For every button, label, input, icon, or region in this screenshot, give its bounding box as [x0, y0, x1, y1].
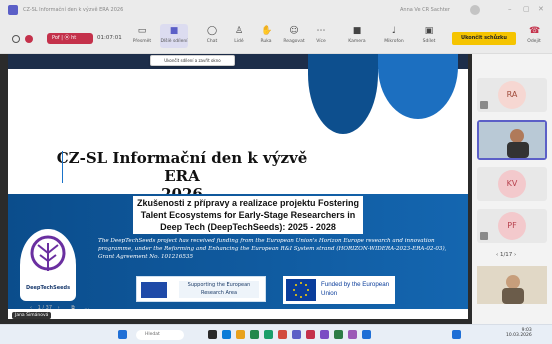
meeting-toolbar: Pof | ⦿ ht 01:07:01 ▭ Přesmět ■ Dlšíě sdíl… — [0, 20, 552, 54]
shared-screen-stage: CZ-SL Informační den k výzvě ERA 2026 Zk… — [0, 54, 472, 324]
participant-video — [479, 122, 545, 158]
hand-icon: ✋ — [261, 26, 273, 36]
record-status-icon — [12, 35, 20, 43]
share-button[interactable]: ■ Dlšíě sdílení — [160, 24, 188, 48]
chat-button[interactable]: ◯ Chat — [198, 26, 226, 45]
mic-off-icon — [480, 101, 488, 109]
app-icon[interactable] — [362, 330, 371, 339]
camera-button[interactable]: ■ Kamera — [343, 26, 371, 45]
participant-video-tile[interactable] — [477, 266, 547, 304]
share-tray-icon: ▣ — [424, 26, 434, 36]
phone-hangup-icon: ☎ — [529, 26, 541, 36]
participant-video — [477, 266, 547, 304]
people-icon: ♙ — [234, 26, 244, 36]
prev-slide-icon[interactable]: ‹ — [30, 305, 32, 311]
tray-icon[interactable] — [452, 330, 461, 339]
recording-icon[interactable] — [25, 35, 33, 43]
move-button[interactable]: ▭ Přesmět — [128, 26, 156, 45]
participant-avatar: KV — [498, 170, 526, 198]
decor-shape — [378, 54, 458, 119]
slide-title: CZ-SL Informační den k výzvě ERA 2026 — [56, 149, 308, 203]
app-icon[interactable] — [348, 330, 357, 339]
slide-subtitle: Zkušenosti z přípravy a realizace projek… — [136, 198, 360, 232]
fullscreen-icon[interactable]: ⧉ — [71, 305, 75, 311]
title-accent-bar — [62, 151, 63, 183]
decor-shape — [308, 54, 378, 134]
window-titlebar: CZ-SL Informační den k výzvě ERA 2026 An… — [0, 0, 552, 20]
window-icon: ▭ — [137, 26, 147, 36]
windows-taskbar: Hledat 9:03 10.03.2026 — [0, 324, 552, 344]
participant-video-tile[interactable] — [477, 120, 547, 160]
explorer-icon[interactable] — [236, 330, 245, 339]
participant-tile[interactable]: KV — [477, 167, 547, 201]
taskview-icon[interactable] — [208, 330, 217, 339]
teams-icon[interactable] — [292, 330, 301, 339]
eu-funded-logo: Funded by the European Union — [283, 276, 395, 304]
react-button[interactable]: ☺ Reagovat — [280, 26, 308, 45]
taskbar-search[interactable]: Hledat — [136, 330, 184, 340]
chat-icon: ◯ — [207, 26, 218, 36]
end-meeting-button[interactable]: Ukončit schůzku — [452, 32, 516, 45]
signed-in-user: Anna Ve CR Sachter — [400, 7, 450, 13]
app-icon[interactable] — [306, 330, 315, 339]
participant-pager[interactable]: ‹ 1/17 › — [496, 252, 516, 258]
slide-controls: ‹ 1 / 37 › ⧉ ... — [30, 305, 502, 325]
raise-hand-button[interactable]: ✋ Ruka — [252, 26, 280, 45]
window-title: CZ-SL Informační den k výzvě ERA 2026 — [23, 7, 124, 13]
more-button[interactable]: ⋯ Více — [307, 26, 335, 45]
teams-app-icon — [8, 5, 18, 15]
camera-icon: ■ — [352, 26, 362, 36]
people-button[interactable]: ♙ Lidé — [225, 26, 253, 45]
funding-statement: The DeepTechSeeds project has received f… — [98, 238, 447, 260]
participant-avatar: RA — [498, 81, 526, 109]
maximize-icon[interactable]: ▢ — [523, 5, 530, 13]
eu-flag-icon — [286, 279, 316, 301]
tooltip: Ukončit sdílení a zavřít okno — [150, 55, 235, 66]
widgets-icon[interactable] — [222, 330, 231, 339]
participant-tile[interactable]: RA — [477, 78, 547, 112]
user-avatar[interactable] — [470, 5, 480, 15]
slide-counter: 1 / 37 — [37, 305, 53, 311]
minimize-icon[interactable]: – — [508, 5, 512, 13]
start-icon[interactable] — [118, 330, 127, 339]
next-slide-icon[interactable]: › — [58, 305, 60, 311]
share-icon: ■ — [169, 26, 179, 36]
close-icon[interactable]: ✕ — [538, 5, 544, 13]
eu-flag-icon — [141, 282, 167, 298]
participant-avatar: PF — [498, 212, 526, 240]
chrome-icon[interactable] — [264, 330, 273, 339]
era-logo: Supporting the European Research Area — [136, 276, 266, 302]
more-options-icon[interactable]: ... — [84, 305, 89, 311]
microphone-icon: ♩ — [391, 26, 397, 36]
participant-tile[interactable]: PF — [477, 209, 547, 243]
smiley-icon: ☺ — [289, 26, 299, 36]
app-icon[interactable] — [320, 330, 329, 339]
app-icon[interactable] — [334, 330, 343, 339]
participant-panel: RA KV PF ‹ 1/17 › — [472, 54, 552, 324]
more-icon: ⋯ — [316, 26, 326, 36]
recording-pill[interactable]: Pof | ⦿ ht — [47, 33, 93, 44]
edge-icon[interactable] — [250, 330, 259, 339]
share-content-button[interactable]: ▣ Sdílet — [415, 26, 443, 45]
app-icon[interactable] — [278, 330, 287, 339]
mic-off-icon — [480, 232, 488, 240]
presentation-slide: CZ-SL Informační den k výzvě ERA 2026 Zk… — [8, 54, 468, 319]
deeptechseeds-logo: DeepTechSeeds — [20, 229, 76, 301]
mic-button[interactable]: ♩ Mikrofon — [380, 26, 408, 45]
meeting-timer: 01:07:01 — [97, 35, 122, 41]
leave-button[interactable]: ☎ Odejít — [520, 26, 548, 45]
clock: 9:03 10.03.2026 — [506, 328, 532, 338]
